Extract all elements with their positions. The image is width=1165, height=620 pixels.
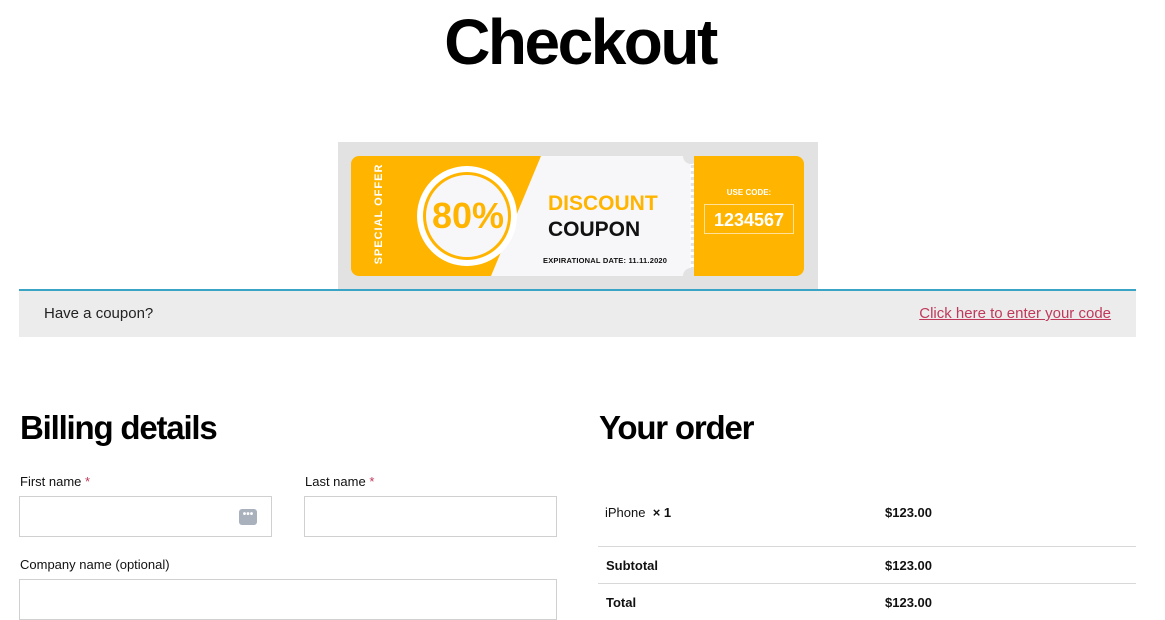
required-mark: * (369, 474, 375, 489)
item-name-text: iPhone (605, 505, 646, 520)
ticket-left: SPECIAL OFFER 80% DISCOUNT COUPON EXPIRA… (351, 156, 691, 276)
first-name-label: First name * (20, 474, 90, 489)
coupon-notice: Have a coupon? Click here to enter your … (19, 289, 1136, 337)
required-mark: * (85, 474, 91, 489)
expiration-date: EXPIRATIONAL DATE: 11.11.2020 (543, 256, 668, 265)
first-name-input[interactable]: ••• (19, 496, 272, 537)
autofill-icon[interactable]: ••• (239, 509, 257, 525)
order-item-name: iPhone × 1 (605, 505, 671, 520)
subtotal-label: Subtotal (606, 558, 658, 573)
order-divider (598, 583, 1136, 584)
coupon-code: 1234567 (704, 204, 794, 234)
last-name-label: Last name * (305, 474, 374, 489)
company-name-input[interactable] (19, 579, 557, 620)
use-code-label: USE CODE: (726, 188, 772, 197)
company-name-label: Company name (optional) (20, 557, 170, 572)
item-quantity: × 1 (652, 505, 672, 520)
total-value: $123.00 (885, 595, 932, 610)
ticket-right: USE CODE: 1234567 (694, 156, 804, 276)
enter-coupon-link[interactable]: Click here to enter your code (919, 305, 1111, 322)
order-divider (598, 546, 1136, 547)
billing-heading: Billing details (20, 409, 218, 446)
coupon-notice-text: Have a coupon? (44, 305, 154, 322)
order-heading: Your order (599, 409, 754, 446)
last-name-label-text: Last name (305, 474, 366, 489)
subtotal-value: $123.00 (885, 558, 932, 573)
total-label: Total (606, 595, 637, 610)
page-title: Checkout (444, 6, 718, 78)
discount-word: DISCOUNT (548, 192, 658, 215)
first-name-label-text: First name (20, 474, 82, 489)
special-offer-label: SPECIAL OFFER (373, 163, 385, 265)
coupon-word: COUPON (548, 218, 641, 241)
order-item-price: $123.00 (885, 505, 932, 520)
discount-percent: 80% (431, 195, 505, 236)
coupon-banner-image: SPECIAL OFFER 80% DISCOUNT COUPON EXPIRA… (338, 142, 818, 289)
last-name-input[interactable] (304, 496, 557, 537)
